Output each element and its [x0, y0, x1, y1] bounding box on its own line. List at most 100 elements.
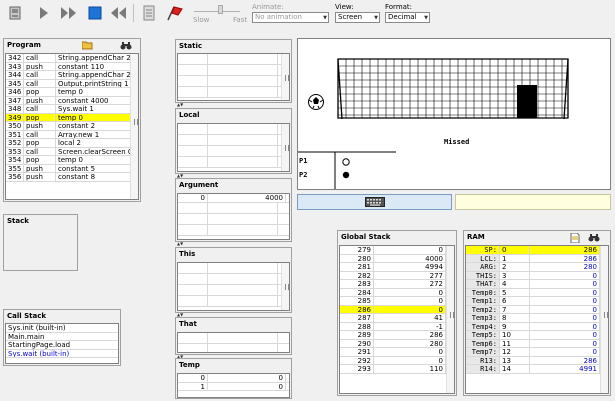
program-table[interactable]: 342 call String.appendChar 2 343 push constan…	[5, 53, 139, 200]
ram-scrollbar[interactable]	[600, 246, 608, 393]
table-row[interactable]: 347 push constant 4000	[6, 96, 138, 105]
table-row[interactable]: 354 pop temp 0	[6, 156, 138, 165]
table-row[interactable]	[178, 263, 289, 274]
table-row[interactable]	[178, 76, 289, 87]
table-row[interactable]: 282 277	[340, 271, 454, 280]
table-row[interactable]: Temp3: 8 0	[466, 314, 608, 323]
format-select[interactable]: Decimal ▼	[385, 12, 430, 23]
table-row[interactable]: Temp7: 12 0	[466, 348, 608, 357]
table-row[interactable]: 292 0	[340, 356, 454, 365]
table-row[interactable]: 290 280	[340, 339, 454, 348]
table-row[interactable]: 345 call Output.printString 1	[6, 79, 138, 88]
table-row[interactable]: 355 push constant 5	[6, 164, 138, 173]
view-select[interactable]: Screen ▼	[335, 12, 380, 23]
table-row[interactable]: 287 41	[340, 314, 454, 323]
table-row[interactable]	[178, 65, 289, 76]
list-item[interactable]: Sys.init (built-in)	[6, 324, 118, 333]
table-row[interactable]	[178, 87, 289, 98]
table-row[interactable]: 283 272	[340, 280, 454, 289]
animate-select[interactable]: No animation ▼	[252, 12, 329, 23]
ram-table[interactable]: SP: 0 286 LCL: 1 286 ARG: 2 280 THIS: 3 0 THAT: 4 0 Tem…	[465, 245, 609, 394]
table-row[interactable]: Temp0: 5 0	[466, 288, 608, 297]
table-row[interactable]	[178, 54, 289, 65]
table-row[interactable]	[178, 274, 289, 285]
table-row[interactable]: SP: 0 286	[466, 246, 608, 255]
script-button[interactable]	[138, 3, 159, 23]
table-row[interactable]	[178, 157, 289, 168]
program-scrollbar[interactable]	[130, 54, 138, 199]
table-row[interactable]: 356 push constant 8	[6, 173, 138, 182]
table-row[interactable]: 288 -1	[340, 322, 454, 331]
static-table[interactable]	[177, 53, 290, 101]
table-row[interactable]: 285 0	[340, 297, 454, 306]
global-stack-scrollbar[interactable]	[446, 246, 454, 393]
keyboard-input-bar[interactable]	[297, 194, 452, 210]
list-item[interactable]: Main.main	[6, 333, 118, 341]
table-row[interactable]: Temp6: 11 0	[466, 339, 608, 348]
table-row[interactable]: THIS: 3 0	[466, 271, 608, 280]
temp-table[interactable]: 0010	[177, 373, 290, 398]
table-row[interactable]	[178, 224, 289, 236]
table-row[interactable]	[178, 146, 289, 157]
table-row[interactable]: 284 0	[340, 288, 454, 297]
table-row[interactable]: 342 call String.appendChar 2	[6, 54, 138, 63]
load-program-button[interactable]	[4, 3, 25, 23]
table-row[interactable]: 353 call Screen.clearScreen 0	[6, 147, 138, 156]
table-row[interactable]: Temp4: 9 0	[466, 322, 608, 331]
argument-table[interactable]: 0 4000	[177, 193, 290, 240]
table-row[interactable]: 10	[178, 382, 289, 391]
local-table[interactable]	[177, 123, 290, 172]
table-row[interactable]: ARG: 2 280	[466, 263, 608, 272]
table-row[interactable]	[178, 344, 289, 352]
this-table[interactable]	[177, 262, 290, 311]
table-row[interactable]	[178, 135, 289, 146]
call-stack-list[interactable]: Sys.init (built-in) Main.main StartingPage…	[5, 323, 119, 364]
table-row[interactable]: 350 push constant 2	[6, 122, 138, 131]
table-row[interactable]: 289 286	[340, 331, 454, 340]
table-row[interactable]	[178, 285, 289, 296]
table-row[interactable]: 344 call String.appendChar 2	[6, 71, 138, 80]
speed-slider[interactable]	[192, 2, 242, 16]
table-row[interactable]: 286 0	[340, 305, 454, 314]
table-row[interactable]: 00	[178, 374, 289, 383]
list-item[interactable]: StartingPage.load	[6, 341, 118, 350]
table-row[interactable]	[178, 202, 289, 214]
table-row[interactable]: 293 110	[340, 365, 454, 374]
table-row[interactable]: 280 4000	[340, 254, 454, 263]
table-row[interactable]	[178, 296, 289, 307]
single-step-button[interactable]	[33, 3, 54, 23]
table-row[interactable]: 349 pop temp 0	[6, 113, 138, 122]
table-row[interactable]: Temp1: 6 0	[466, 297, 608, 306]
that-table[interactable]	[177, 332, 290, 353]
global-stack-table[interactable]: 279 0 280 4000 281 4994 282 277 283 272 284 0 285 0 28…	[339, 245, 455, 394]
table-row[interactable]: Temp5: 10 0	[466, 331, 608, 340]
table-row[interactable]: 348 call Sys.wait 1	[6, 105, 138, 114]
static-resize-handle[interactable]: ▲▼	[177, 103, 183, 107]
table-row[interactable]: R13: 13 286	[466, 356, 608, 365]
table-row[interactable]: 351 call Array.new 1	[6, 130, 138, 139]
open-file-icon[interactable]	[570, 232, 580, 244]
static-scrollbar[interactable]	[281, 54, 289, 100]
table-row[interactable]	[178, 213, 289, 225]
table-row[interactable]: 0 4000	[178, 194, 289, 203]
local-scrollbar[interactable]	[281, 124, 289, 171]
stop-button[interactable]	[84, 3, 105, 23]
fast-forward-button[interactable]	[58, 3, 79, 23]
table-row[interactable]: 352 pop local 2	[6, 139, 138, 148]
table-row[interactable]: THAT: 4 0	[466, 280, 608, 289]
table-row[interactable]	[178, 124, 289, 135]
speed-slider-thumb[interactable]	[218, 5, 223, 14]
table-row[interactable]: 291 0	[340, 348, 454, 357]
table-row[interactable]: R14: 14 4991	[466, 365, 608, 374]
this-scrollbar[interactable]	[281, 263, 289, 310]
table-row[interactable]: 346 pop temp 0	[6, 88, 138, 97]
breakpoints-button[interactable]	[163, 3, 184, 23]
table-row[interactable]	[178, 333, 289, 344]
table-row[interactable]: 281 4994	[340, 263, 454, 272]
table-row[interactable]: 279 0	[340, 246, 454, 255]
list-item[interactable]: Sys.wait (built-in)	[6, 350, 118, 358]
open-folder-icon[interactable]	[81, 41, 93, 50]
find-binoculars-icon[interactable]	[120, 41, 132, 50]
rewind-button[interactable]	[108, 3, 129, 23]
table-row[interactable]: LCL: 1 286	[466, 254, 608, 263]
